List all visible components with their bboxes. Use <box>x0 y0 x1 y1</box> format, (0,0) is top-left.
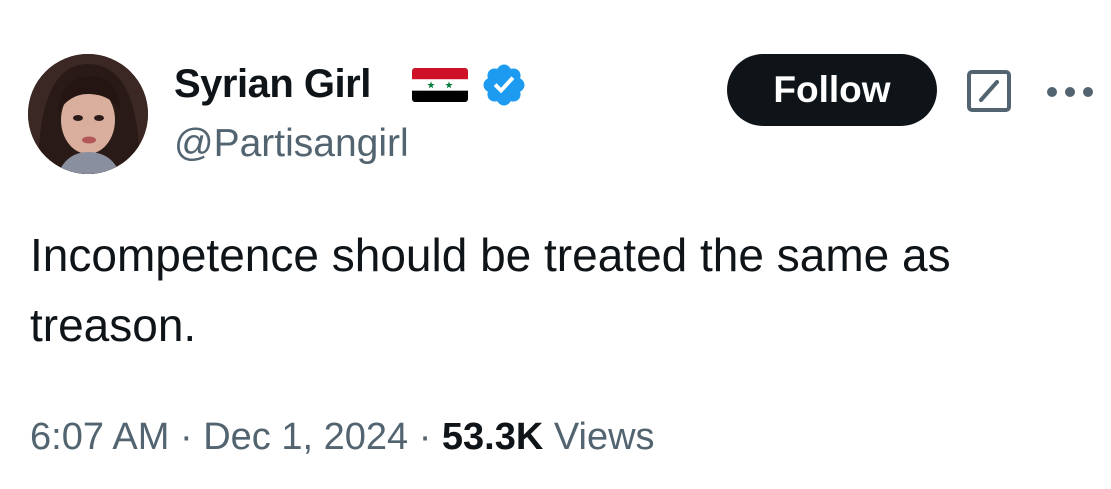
verified-badge-icon[interactable] <box>480 61 528 109</box>
avatar-image <box>28 54 148 174</box>
more-options-icon[interactable] <box>1044 84 1096 100</box>
grok-icon[interactable] <box>966 69 1012 113</box>
meta-separator: · <box>418 416 432 458</box>
tweet-time[interactable]: 6:07 AM <box>30 416 169 458</box>
user-handle[interactable]: @Partisangirl <box>174 120 409 168</box>
meta-separator: · <box>179 416 193 458</box>
display-name[interactable]: Syrian Girl <box>174 60 371 108</box>
views-count: 53.3K <box>441 416 544 458</box>
views-label: Views <box>553 416 655 458</box>
tweet-meta: 6:07 AM · Dec 1, 2024 · 53.3K Views <box>30 412 655 462</box>
avatar[interactable] <box>28 54 148 174</box>
tweet-date[interactable]: Dec 1, 2024 <box>203 416 408 458</box>
tweet-text: Incompetence should be treated the same … <box>30 229 951 351</box>
follow-button[interactable]: Follow <box>727 54 937 126</box>
syria-flag-icon <box>412 68 468 102</box>
